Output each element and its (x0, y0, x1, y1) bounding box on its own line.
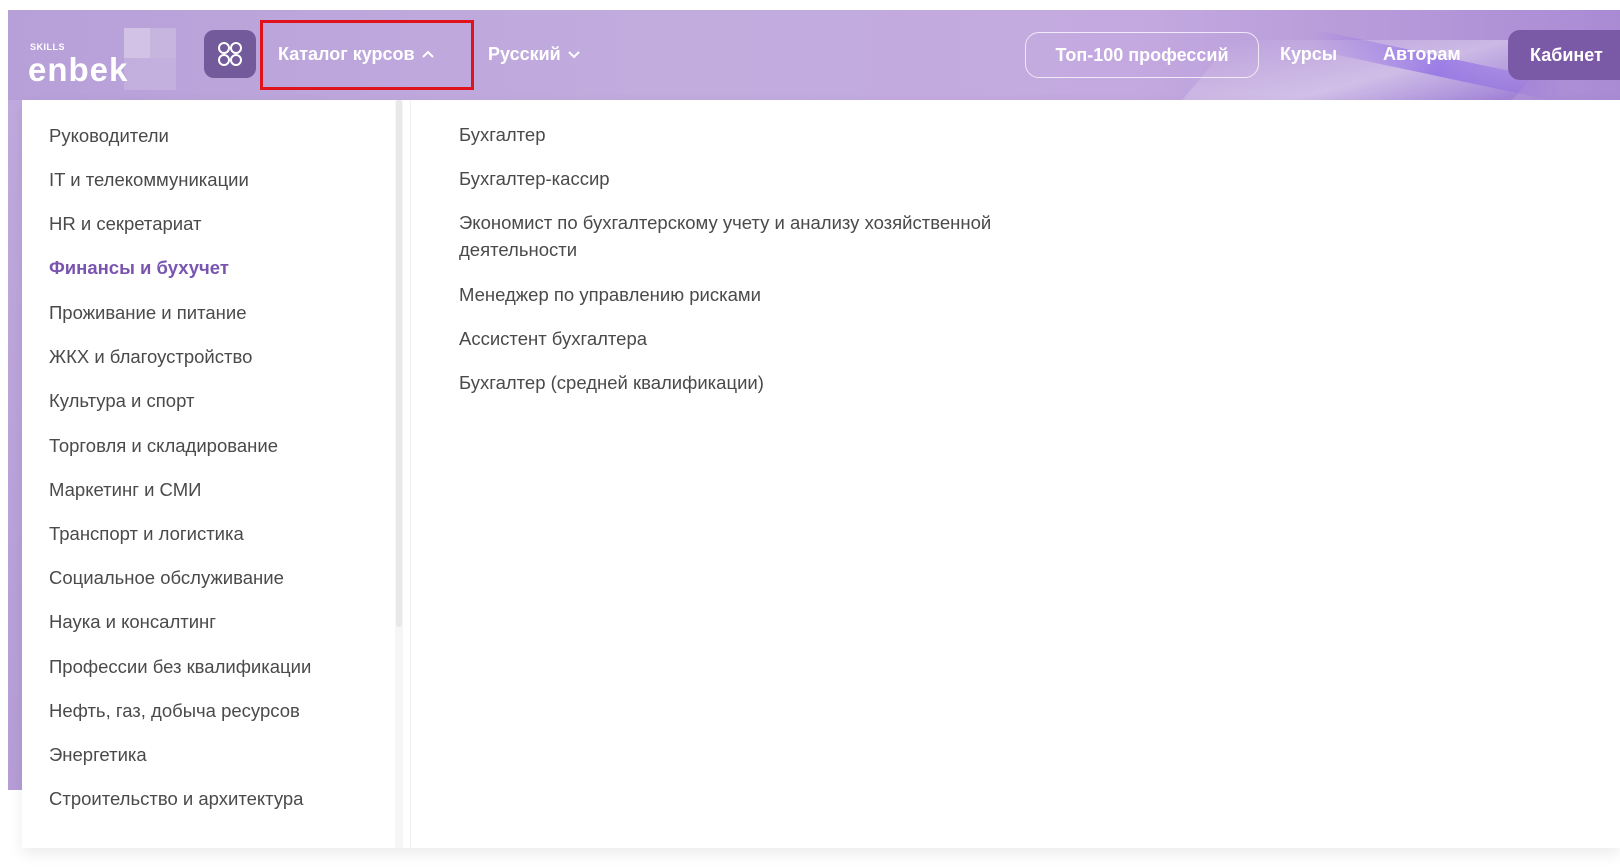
authors-label: Авторам (1383, 44, 1461, 64)
left-decorative-strip (8, 100, 22, 790)
category-item[interactable]: Наука и консалтинг (49, 609, 216, 635)
catalog-dropdown-panel: Руководители IT и телекоммуникации HR и … (22, 100, 1620, 848)
category-item[interactable]: Проживание и питание (49, 300, 246, 326)
cabinet-label: Кабинет (1530, 44, 1603, 65)
category-item[interactable]: Культура и спорт (49, 388, 194, 414)
profession-item[interactable]: Менеджер по управлению рисками (459, 281, 1099, 308)
category-item[interactable]: Транспорт и логистика (49, 521, 244, 547)
top100-label: Топ-100 профессий (1055, 44, 1229, 65)
chevron-down-icon (568, 51, 580, 59)
profession-item[interactable]: Бухгалтер (средней квалификации) (459, 369, 1099, 396)
category-scrollbar-thumb[interactable] (396, 100, 402, 627)
logo-brand-text: enbek (28, 51, 129, 88)
top-header: SKILLS enbek Каталог курсов Русский Топ-… (8, 10, 1620, 100)
profession-item[interactable]: Ассистент бухгалтера (459, 325, 1099, 352)
cabinet-button[interactable]: Кабинет (1508, 30, 1620, 80)
authors-link[interactable]: Авторам (1383, 41, 1461, 67)
category-item[interactable]: Нефть, газ, добыча ресурсов (49, 698, 300, 724)
profession-item[interactable]: Бухгалтер-кассир (459, 165, 1099, 192)
apps-grid-button[interactable] (204, 30, 256, 78)
courses-link[interactable]: Курсы (1280, 41, 1337, 67)
category-item-active[interactable]: Финансы и бухучет (49, 255, 229, 281)
courses-label: Курсы (1280, 44, 1338, 64)
profession-item[interactable]: Бухгалтер (459, 121, 1099, 148)
enbek-logo[interactable]: SKILLS enbek (28, 28, 178, 90)
top100-professions-button[interactable]: Топ-100 профессий (1025, 32, 1259, 78)
apps-grid-icon (218, 42, 242, 66)
category-list: Руководители IT и телекоммуникации HR и … (22, 100, 402, 848)
category-item[interactable]: Энергетика (49, 742, 147, 768)
profession-item[interactable]: Экономист по бухгалтерскому учету и анал… (459, 209, 1099, 263)
category-item[interactable]: Руководители (49, 123, 169, 149)
language-selector[interactable]: Русский (488, 41, 581, 67)
panel-divider (410, 100, 411, 848)
logo-tile (124, 58, 176, 90)
category-item[interactable]: Социальное обслуживание (49, 565, 284, 591)
catalog-menu-label: Каталог курсов (278, 44, 415, 64)
logo-tile (150, 28, 176, 58)
chevron-up-icon (421, 50, 434, 58)
page: SKILLS enbek Каталог курсов Русский Топ-… (0, 0, 1620, 868)
category-item[interactable]: IT и телекоммуникации (49, 167, 249, 193)
category-item[interactable]: ЖКХ и благоустройство (49, 344, 252, 370)
category-item[interactable]: HR и секретариат (49, 211, 201, 237)
category-item[interactable]: Маркетинг и СМИ (49, 477, 201, 503)
language-label: Русский (488, 44, 561, 64)
category-item[interactable]: Торговля и складирование (49, 433, 278, 459)
category-item[interactable]: Строительство и архитектура (49, 786, 303, 812)
category-item[interactable]: Профессии без квалификации (49, 654, 311, 680)
catalog-menu-button[interactable]: Каталог курсов (278, 41, 435, 67)
